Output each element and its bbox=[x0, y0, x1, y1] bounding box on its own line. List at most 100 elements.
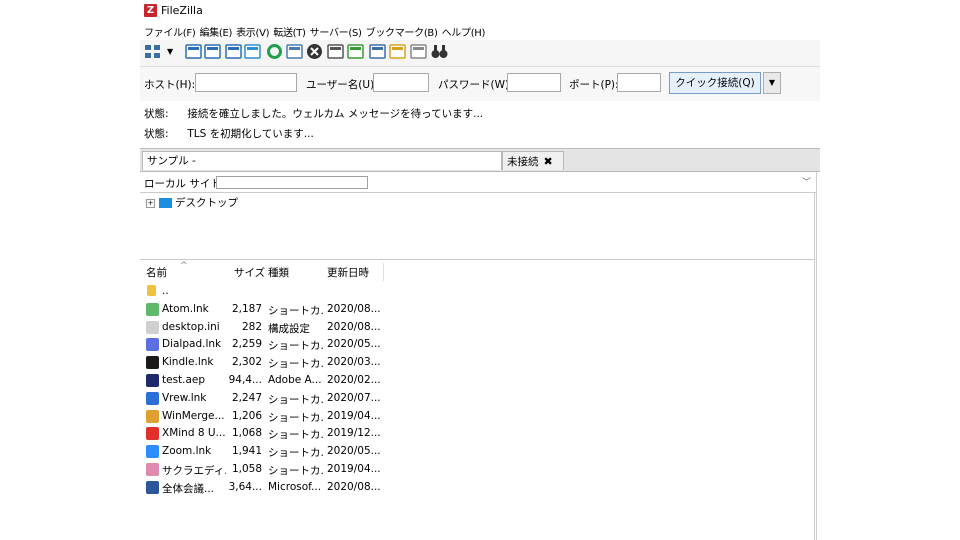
reconnect-icon[interactable] bbox=[347, 43, 364, 60]
zoom-icon bbox=[146, 445, 159, 459]
close-icon[interactable]: ✖ bbox=[544, 155, 553, 168]
menu-item[interactable]: 転送(T) bbox=[273, 24, 306, 39]
file-date: 2020/03... bbox=[327, 356, 381, 369]
file-name: test.aep bbox=[162, 374, 206, 386]
file-name: XMind 8 U... bbox=[162, 427, 226, 440]
file-row[interactable]: Dialpad.lnk 2,259 ショートカ... 2020/05... bbox=[140, 336, 814, 354]
filter-icon[interactable] bbox=[369, 43, 386, 60]
local-file-list: 名前 ^ サイズ 種類 更新日時 .. Atom.lnk 2,187 ショートカ...… bbox=[140, 261, 815, 540]
compare-icon[interactable] bbox=[389, 43, 406, 60]
column-header-type[interactable]: 種類 bbox=[268, 265, 289, 280]
quickconnect-dropdown-button[interactable]: ▼ bbox=[763, 72, 781, 94]
expand-icon[interactable]: + bbox=[146, 198, 155, 208]
file-size: 94,4... bbox=[228, 374, 262, 386]
column-header-name[interactable]: 名前 bbox=[146, 265, 167, 280]
password-label: パスワード(W): bbox=[438, 79, 513, 91]
file-row[interactable]: WinMerge... 1,206 ショートカ... 2019/04... bbox=[140, 408, 814, 426]
file-row[interactable]: 全体会議... 3,64... Microsof... 2020/08... bbox=[140, 479, 814, 497]
log-line: 状態: TLS を初期化しています... bbox=[144, 126, 314, 141]
file-name: .. bbox=[162, 285, 169, 297]
tree-item-desktop[interactable]: + デスクトップ bbox=[146, 195, 238, 210]
file-type: ショートカ... bbox=[268, 393, 323, 406]
vrew-icon bbox=[146, 391, 159, 405]
site-manager-icon[interactable] bbox=[144, 43, 161, 60]
local-directory-tree: + デスクトップ bbox=[140, 193, 815, 260]
quickconnect-button[interactable]: クイック接続(Q) bbox=[669, 72, 761, 94]
file-row[interactable]: .. bbox=[140, 283, 814, 301]
column-header-size[interactable]: サイズ bbox=[234, 265, 265, 280]
file-date: 2020/02... bbox=[327, 374, 381, 386]
local-site-bar: ローカル サイト: ﹀ bbox=[140, 172, 820, 193]
file-type: ショートカ... bbox=[268, 358, 323, 371]
menu-item[interactable]: 表示(V) bbox=[236, 24, 269, 39]
file-size: 3,64... bbox=[228, 480, 262, 493]
connection-tabs: サンプル - ftpes://siteengin.wp.xdomain.jp@s… bbox=[140, 149, 820, 187]
menu-item[interactable]: ファイル(F) bbox=[144, 24, 196, 39]
message-log: 状態: 接続を確立しました。ウェルカム メッセージを待っています... 状態: … bbox=[140, 101, 820, 149]
pane-splitter[interactable] bbox=[816, 172, 821, 540]
local-site-label: ローカル サイト: bbox=[144, 178, 225, 190]
file-type: Microsof... bbox=[268, 480, 322, 493]
dropdown-arrow-icon[interactable]: ▼ bbox=[167, 43, 175, 60]
window-title: FileZilla bbox=[161, 4, 203, 17]
tab-label: 未接続 bbox=[507, 156, 539, 168]
file-date: 2020/05... bbox=[327, 445, 381, 458]
quickconnect-bar: ホスト(H): ユーザー名(U): パスワード(W): ポート(P): クイック… bbox=[140, 67, 820, 102]
toggle-remote-tree-icon[interactable] bbox=[225, 43, 242, 60]
toolbar: ▼ bbox=[140, 40, 820, 67]
local-site-input[interactable] bbox=[216, 176, 368, 189]
title-bar: Z FileZilla bbox=[140, 0, 820, 22]
file-name: Zoom.lnk bbox=[162, 445, 212, 458]
host-input[interactable] bbox=[195, 73, 297, 92]
file-size: 1,206 bbox=[231, 409, 262, 422]
winmerge-icon bbox=[146, 409, 159, 423]
file-date: 2019/12... bbox=[327, 427, 381, 440]
file-name: Vrew.lnk bbox=[162, 391, 207, 404]
sync-browse-icon[interactable] bbox=[410, 43, 427, 60]
file-date: 2020/05... bbox=[327, 338, 381, 351]
file-row[interactable]: サクラエディ... 1,058 ショートカ... 2019/04... bbox=[140, 461, 814, 479]
file-row[interactable]: test.aep 94,4... Adobe A... 2020/02... bbox=[140, 372, 814, 390]
process-queue-icon[interactable] bbox=[286, 43, 303, 60]
toggle-queue-icon[interactable] bbox=[244, 43, 261, 60]
log-status-label: 状態: bbox=[144, 108, 169, 120]
file-date: 2020/08... bbox=[327, 320, 381, 333]
file-name: サクラエディ... bbox=[162, 465, 226, 477]
file-row[interactable]: Atom.lnk 2,187 ショートカ... 2020/08... bbox=[140, 301, 814, 319]
atom-icon bbox=[146, 302, 159, 316]
tab-disconnected[interactable]: 未接続 ✖ bbox=[502, 151, 564, 170]
file-type: Adobe A... bbox=[268, 374, 322, 386]
menu-item[interactable]: サーバー(S) bbox=[310, 24, 362, 39]
file-name: desktop.ini bbox=[162, 320, 220, 333]
toggle-local-tree-icon[interactable] bbox=[204, 43, 221, 60]
kindle-icon bbox=[146, 356, 159, 370]
port-input[interactable] bbox=[617, 73, 661, 92]
menu-item[interactable]: ヘルプ(H) bbox=[442, 24, 486, 39]
refresh-icon[interactable] bbox=[266, 43, 283, 60]
menu-item[interactable]: 編集(E) bbox=[199, 24, 232, 39]
file-row[interactable]: Vrew.lnk 2,247 ショートカ... 2020/07... bbox=[140, 390, 814, 408]
file-row[interactable]: Zoom.lnk 1,941 ショートカ... 2020/05... bbox=[140, 443, 814, 461]
log-line: 状態: 接続を確立しました。ウェルカム メッセージを待っています... bbox=[144, 106, 483, 121]
password-input[interactable] bbox=[507, 73, 561, 92]
tree-item-label: デスクトップ bbox=[175, 197, 238, 209]
disconnect-icon[interactable] bbox=[327, 43, 344, 60]
folder-icon bbox=[147, 285, 156, 296]
tab-sample-connection[interactable]: サンプル - ftpes://siteengin.wp.xdomain.jp@s… bbox=[142, 151, 502, 187]
search-binoculars-icon[interactable] bbox=[431, 43, 448, 60]
file-date: 2020/08... bbox=[327, 480, 381, 493]
ini-file-icon bbox=[146, 320, 159, 334]
username-label: ユーザー名(U): bbox=[306, 79, 378, 91]
menu-item[interactable]: ブックマーク(B) bbox=[366, 24, 438, 39]
file-row[interactable]: desktop.ini 282 構成設定 2020/08... bbox=[140, 319, 814, 337]
username-input[interactable] bbox=[373, 73, 429, 92]
chevron-down-icon[interactable]: ﹀ bbox=[802, 175, 811, 188]
file-type: ショートカ... bbox=[268, 411, 323, 424]
column-header-modified[interactable]: 更新日時 bbox=[327, 265, 369, 280]
cancel-icon[interactable] bbox=[306, 43, 323, 60]
file-row[interactable]: Kindle.lnk 2,302 ショートカ... 2020/03... bbox=[140, 354, 814, 372]
column-divider[interactable] bbox=[383, 263, 384, 281]
file-row[interactable]: XMind 8 U... 1,068 ショートカ... 2019/12... bbox=[140, 425, 814, 443]
file-size: 1,941 bbox=[231, 445, 262, 458]
toggle-log-icon[interactable] bbox=[185, 43, 202, 60]
